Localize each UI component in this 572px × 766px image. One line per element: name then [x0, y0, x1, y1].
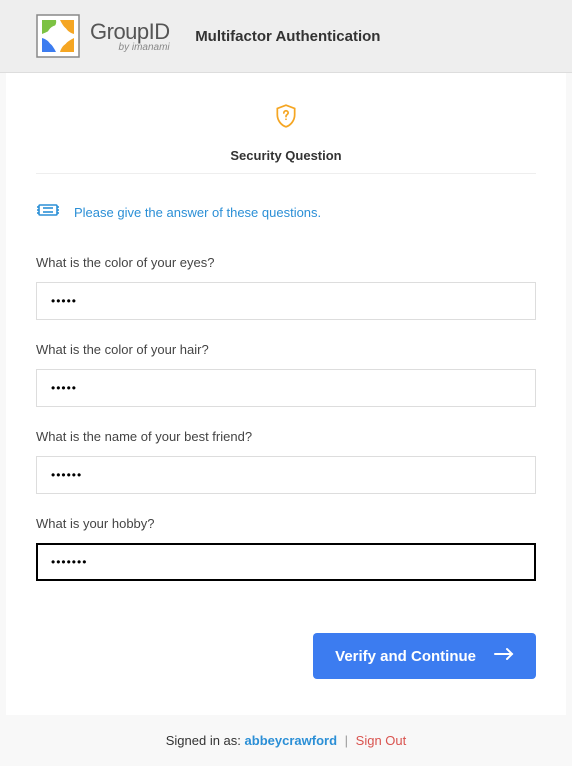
footer: Signed in as: abbeycrawford | Sign Out	[0, 715, 572, 766]
brand-logo: GroupID by imanami	[36, 14, 170, 58]
auth-card: Security Question Please give the answer…	[6, 73, 566, 715]
arrow-right-icon	[494, 647, 514, 665]
answer-input-3[interactable]	[36, 543, 536, 581]
page-title: Multifactor Authentication	[170, 28, 406, 45]
signed-in-label: Signed in as:	[166, 733, 241, 748]
answer-input-1[interactable]	[36, 369, 536, 407]
section-title: Security Question	[36, 148, 536, 174]
hint-text: Please give the answer of these question…	[74, 205, 321, 220]
ticket-icon	[36, 198, 60, 227]
question-label: What is the color of your hair?	[36, 342, 536, 357]
question-block-3: What is your hobby?	[36, 516, 536, 603]
sign-out-link[interactable]: Sign Out	[356, 733, 407, 748]
question-label: What is your hobby?	[36, 516, 536, 531]
question-label: What is the name of your best friend?	[36, 429, 536, 444]
answer-input-0[interactable]	[36, 282, 536, 320]
groupid-logo-icon	[36, 14, 80, 58]
signed-in-user: abbeycrawford	[245, 733, 337, 748]
shield-question-icon	[36, 103, 536, 134]
app-header: GroupID by imanami Multifactor Authentic…	[0, 0, 572, 73]
brand-text: GroupID by imanami	[90, 19, 170, 53]
verify-continue-button[interactable]: Verify and Continue	[313, 633, 536, 679]
hint-row: Please give the answer of these question…	[36, 198, 536, 227]
brand-subtitle: by imanami	[90, 42, 170, 53]
question-block-2: What is the name of your best friend?	[36, 429, 536, 516]
footer-separator: |	[345, 733, 348, 748]
actions-row: Verify and Continue	[36, 633, 536, 679]
question-block-1: What is the color of your hair?	[36, 342, 536, 429]
verify-button-label: Verify and Continue	[335, 648, 476, 665]
question-block-0: What is the color of your eyes?	[36, 255, 536, 342]
question-label: What is the color of your eyes?	[36, 255, 536, 270]
answer-input-2[interactable]	[36, 456, 536, 494]
